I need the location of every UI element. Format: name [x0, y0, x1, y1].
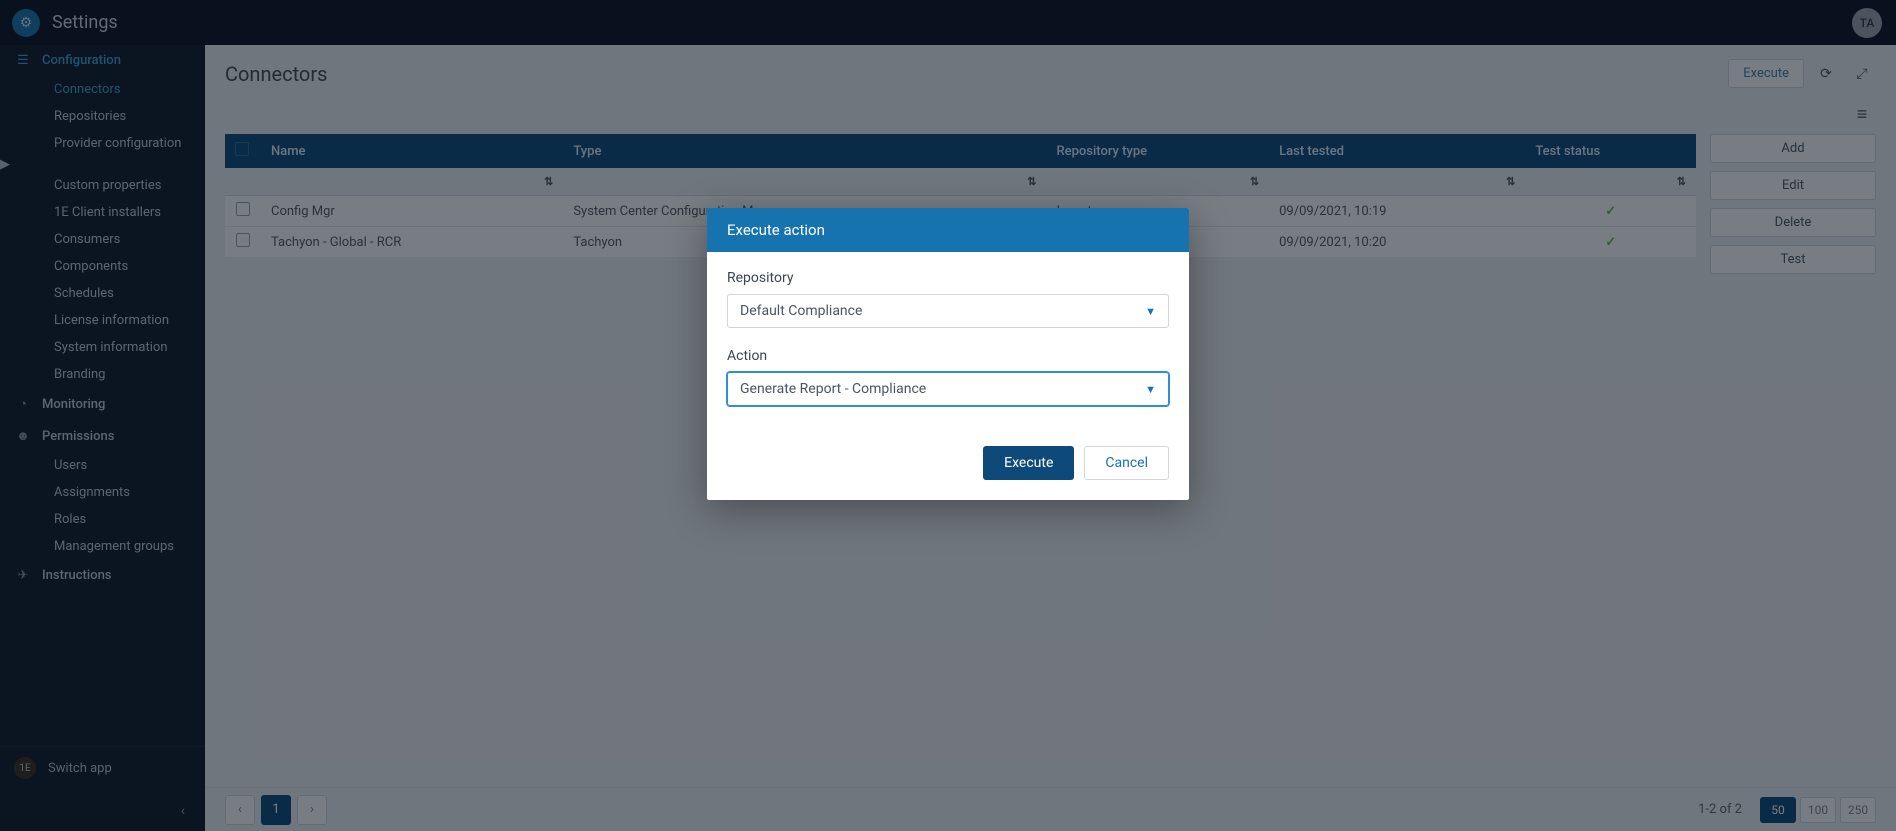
repository-select[interactable]: Default Compliance ▼: [727, 294, 1169, 328]
action-select[interactable]: Generate Report - Compliance ▼: [727, 372, 1169, 406]
action-value: Generate Report - Compliance: [740, 381, 926, 397]
execute-action-modal: Execute action Repository Default Compli…: [707, 208, 1189, 500]
chevron-down-icon: ▼: [1145, 383, 1156, 396]
repository-value: Default Compliance: [740, 303, 862, 319]
modal-execute-button[interactable]: Execute: [983, 446, 1074, 480]
modal-title: Execute action: [707, 208, 1189, 252]
repository-label: Repository: [727, 270, 1169, 286]
modal-cancel-button[interactable]: Cancel: [1084, 446, 1169, 480]
modal-overlay: Execute action Repository Default Compli…: [0, 0, 1896, 831]
chevron-down-icon: ▼: [1145, 305, 1156, 318]
action-label: Action: [727, 348, 1169, 364]
